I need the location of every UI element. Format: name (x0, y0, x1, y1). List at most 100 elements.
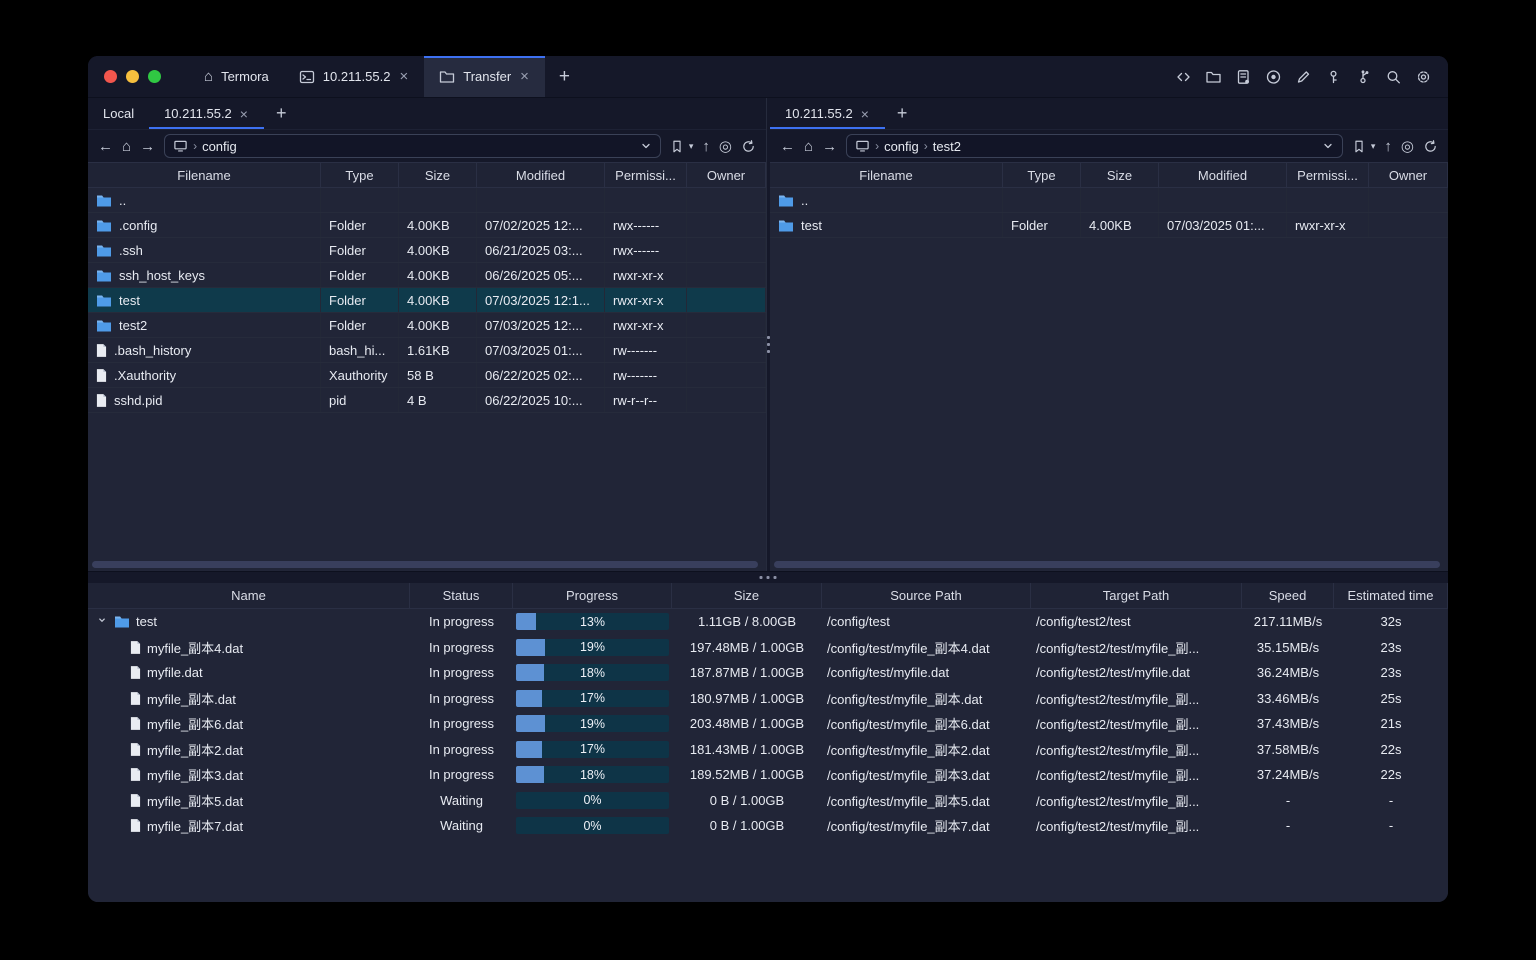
edit-icon[interactable] (1295, 69, 1312, 85)
upload-icon[interactable]: ↑ (702, 139, 710, 154)
bookmark-icon[interactable] (670, 139, 684, 154)
key-icon[interactable] (1325, 69, 1342, 85)
tab-transfer[interactable]: Transfer × (424, 56, 545, 97)
show-hidden-icon[interactable]: ◎ (1401, 139, 1414, 154)
file-row[interactable]: .. (88, 188, 766, 213)
show-hidden-icon[interactable]: ◎ (719, 139, 732, 154)
file-row[interactable]: .bash_history bash_hi... 1.61KB 07/03/20… (88, 338, 766, 363)
code-icon[interactable] (1175, 69, 1192, 85)
col-size[interactable]: Size (1081, 163, 1159, 187)
transfer-row[interactable]: myfile_副本7.dat Waiting 0% 0 B / 1.00GB /… (88, 813, 1448, 839)
new-tab-button[interactable]: + (545, 56, 584, 97)
col-type[interactable]: Type (1003, 163, 1081, 187)
cell-status: In progress (428, 665, 495, 681)
cell-name: myfile_副本3.dat (88, 765, 410, 784)
transfer-row[interactable]: myfile_副本2.dat In progress 17% 181.43MB … (88, 737, 1448, 763)
forward-icon[interactable]: → (822, 139, 837, 154)
upload-icon[interactable]: ↑ (1384, 139, 1392, 154)
transfer-row[interactable]: test In progress 13% 1.11GB / 8.00GB /co… (88, 609, 1448, 635)
transfer-splitter[interactable] (88, 571, 1448, 583)
tab-remote-right[interactable]: 10.211.55.2 × (770, 98, 885, 129)
horizontal-scrollbar-thumb[interactable] (774, 561, 1440, 568)
file-row[interactable]: .ssh Folder 4.00KB 06/21/2025 03:... rwx… (88, 238, 766, 263)
breadcrumb-segment[interactable]: config (884, 139, 919, 154)
file-row[interactable]: test2 Folder 4.00KB 07/03/2025 12:... rw… (88, 313, 766, 338)
collapse-chevron-icon[interactable] (96, 614, 108, 629)
transfer-row[interactable]: myfile.dat In progress 18% 187.87MB / 1.… (88, 660, 1448, 686)
col-type[interactable]: Type (321, 163, 399, 187)
col-speed[interactable]: Speed (1242, 583, 1334, 608)
close-icon[interactable]: × (398, 69, 409, 84)
minimize-window-button[interactable] (126, 70, 139, 83)
cell-size: 4 B (399, 388, 477, 412)
col-modified[interactable]: Modified (477, 163, 605, 187)
transfer-row[interactable]: myfile_副本5.dat Waiting 0% 0 B / 1.00GB /… (88, 788, 1448, 814)
folder-icon[interactable] (1205, 69, 1222, 85)
transfer-row[interactable]: myfile_副本3.dat In progress 18% 189.52MB … (88, 762, 1448, 788)
col-permissions[interactable]: Permissi... (605, 163, 687, 187)
col-filename[interactable]: Filename (770, 163, 1003, 187)
tab-remote-left[interactable]: 10.211.55.2 × (149, 98, 264, 129)
tab-ssh-session[interactable]: 10.211.55.2 × (284, 56, 424, 97)
home-icon[interactable]: ⌂ (804, 139, 813, 154)
col-modified[interactable]: Modified (1159, 163, 1287, 187)
forward-icon[interactable]: → (140, 139, 155, 154)
transfer-row[interactable]: myfile_副本4.dat In progress 19% 197.48MB … (88, 635, 1448, 661)
left-path-field[interactable]: › config (164, 134, 661, 158)
col-owner[interactable]: Owner (687, 163, 766, 187)
log-icon[interactable] (1235, 69, 1252, 85)
file-row[interactable]: test Folder 4.00KB 07/03/2025 12:1... rw… (88, 288, 766, 313)
col-target-path[interactable]: Target Path (1031, 583, 1242, 608)
keychain-icon[interactable] (1355, 69, 1372, 85)
breadcrumb-segment[interactable]: config (202, 139, 237, 154)
home-icon[interactable]: ⌂ (122, 139, 131, 154)
new-pane-tab-button[interactable]: + (264, 98, 299, 129)
close-window-button[interactable] (104, 70, 117, 83)
col-progress[interactable]: Progress (513, 583, 672, 608)
cell-name: myfile_副本5.dat (88, 791, 410, 810)
bookmark-icon[interactable] (1352, 139, 1366, 154)
col-owner[interactable]: Owner (1369, 163, 1448, 187)
cell-permissions: rwxr-xr-x (605, 313, 687, 337)
chevron-down-icon[interactable] (640, 140, 652, 152)
file-row[interactable]: .config Folder 4.00KB 07/02/2025 12:... … (88, 213, 766, 238)
zoom-window-button[interactable] (148, 70, 161, 83)
bookmark-caret-icon[interactable]: ▾ (689, 141, 694, 152)
col-status[interactable]: Status (410, 583, 513, 608)
file-row[interactable]: ssh_host_keys Folder 4.00KB 06/26/2025 0… (88, 263, 766, 288)
breadcrumb-segment[interactable]: test2 (933, 139, 961, 154)
chevron-down-icon[interactable] (1322, 140, 1334, 152)
col-permissions[interactable]: Permissi... (1287, 163, 1369, 187)
transfer-row[interactable]: myfile_副本.dat In progress 17% 180.97MB /… (88, 686, 1448, 712)
cell-size: 1.11GB / 8.00GB (697, 614, 797, 630)
transfer-row[interactable]: myfile_副本6.dat In progress 19% 203.48MB … (88, 711, 1448, 737)
close-icon[interactable]: × (239, 107, 249, 121)
refresh-icon[interactable] (741, 139, 756, 154)
bookmark-caret-icon[interactable]: ▾ (1371, 141, 1376, 152)
close-icon[interactable]: × (519, 69, 530, 84)
tab-local[interactable]: Local (88, 98, 149, 129)
col-filename[interactable]: Filename (88, 163, 321, 187)
horizontal-scrollbar-thumb[interactable] (92, 561, 758, 568)
file-row[interactable]: .. (770, 188, 1448, 213)
file-row[interactable]: sshd.pid pid 4 B 06/22/2025 10:... rw-r-… (88, 388, 766, 413)
record-icon[interactable] (1265, 69, 1282, 85)
refresh-icon[interactable] (1423, 139, 1438, 154)
search-icon[interactable] (1385, 69, 1402, 85)
new-pane-tab-button[interactable]: + (885, 98, 920, 129)
col-source-path[interactable]: Source Path (822, 583, 1031, 608)
close-icon[interactable]: × (860, 107, 870, 121)
file-row[interactable]: .Xauthority Xauthority 58 B 06/22/2025 0… (88, 363, 766, 388)
col-estimated-time[interactable]: Estimated time (1334, 583, 1448, 608)
right-path-field[interactable]: › config › test2 (846, 134, 1343, 158)
col-size[interactable]: Size (672, 583, 822, 608)
col-name[interactable]: Name (88, 583, 410, 608)
file-row[interactable]: test Folder 4.00KB 07/03/2025 01:... rwx… (770, 213, 1448, 238)
col-size[interactable]: Size (399, 163, 477, 187)
tab-termora[interactable]: ⌂ Termora (189, 56, 284, 97)
cell-filename: sshd.pid (88, 388, 321, 412)
settings-gear-icon[interactable] (1415, 69, 1432, 85)
back-icon[interactable]: ← (98, 139, 113, 154)
back-icon[interactable]: ← (780, 139, 795, 154)
cell-progress: 17% (513, 689, 672, 707)
